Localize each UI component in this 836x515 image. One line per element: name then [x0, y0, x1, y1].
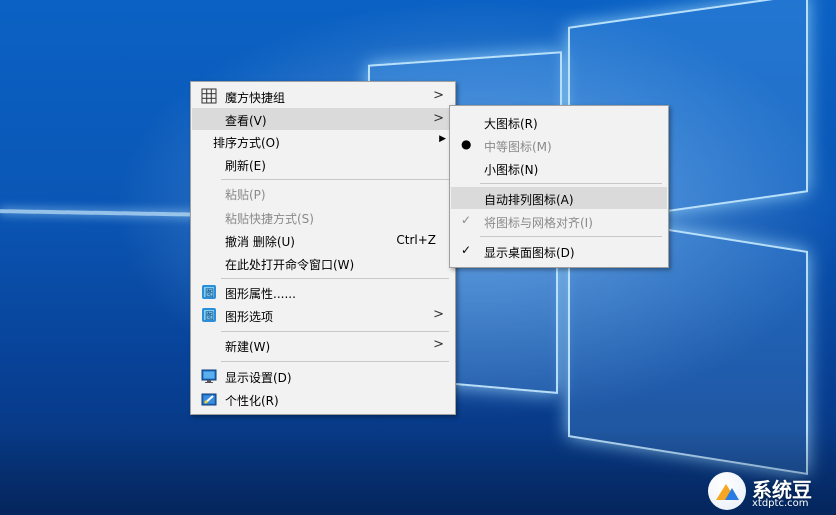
triangle-right-icon: ▶ — [439, 134, 446, 144]
chevron-right-icon: > — [433, 337, 444, 352]
submenu-item-align-to-grid[interactable]: ✓ 将图标与网格对齐(I) — [451, 210, 667, 232]
menu-item-personalize[interactable]: 个性化(R) — [192, 388, 454, 410]
check-icon: ✓ — [461, 213, 472, 227]
menu-item-label: 魔方快捷组 — [225, 91, 286, 105]
desktop-context-menu: 魔方快捷组 > 查看(V) > 排序方式(O) ▶ 刷新(E) 粘贴(P) 粘贴… — [190, 81, 456, 415]
logo-badge — [708, 472, 746, 510]
menu-item-graphics-options[interactable]: 图 图形选项 > — [192, 304, 454, 326]
submenu-item-label: 自动排列图标(A) — [484, 193, 574, 207]
submenu-item-label: 中等图标(M) — [484, 140, 552, 154]
menu-item-paste[interactable]: 粘贴(P) — [192, 182, 454, 204]
submenu-item-auto-arrange[interactable]: 自动排列图标(A) — [451, 187, 667, 209]
check-icon: ✓ — [461, 243, 472, 257]
menu-item-refresh[interactable]: 刷新(E) — [192, 153, 454, 175]
logo-triangle-blue — [725, 488, 739, 500]
menu-item-open-command-window[interactable]: 在此处打开命令窗口(W) — [192, 252, 454, 274]
chevron-right-icon: > — [433, 307, 444, 322]
submenu-item-label: 显示桌面图标(D) — [484, 246, 575, 260]
menu-item-label: 图形选项 — [225, 310, 274, 324]
menu-item-view[interactable]: 查看(V) > — [192, 108, 454, 130]
chevron-right-icon: > — [433, 111, 444, 126]
watermark-logo: 系统豆 xtdptc.com — [708, 472, 828, 512]
chevron-right-icon: > — [433, 88, 444, 103]
submenu-item-label: 小图标(N) — [484, 163, 539, 177]
menu-item-graphics-properties[interactable]: 图 图形属性...... — [192, 281, 454, 303]
menu-item-label: 撤消 删除(U) — [225, 235, 295, 249]
menu-item-label: 查看(V) — [225, 114, 267, 128]
watermark-site: xtdptc.com — [752, 498, 809, 509]
menu-item-label: 排序方式(O) — [213, 136, 280, 150]
menu-separator — [221, 361, 449, 362]
bullet-icon: ● — [461, 137, 472, 151]
menu-separator — [221, 278, 449, 279]
menu-item-sort-by[interactable]: 排序方式(O) ▶ — [192, 130, 454, 152]
submenu-item-show-desktop-icons[interactable]: ✓ 显示桌面图标(D) — [451, 240, 667, 262]
grid-icon — [201, 88, 217, 104]
menu-item-paste-shortcut[interactable]: 粘贴快捷方式(S) — [192, 206, 454, 228]
submenu-separator — [480, 236, 662, 237]
shortcut-label: Ctrl+Z — [396, 233, 436, 247]
submenu-item-label: 大图标(R) — [484, 117, 538, 131]
menu-item-label: 刷新(E) — [225, 159, 266, 173]
graphics-icon: 图 — [201, 307, 217, 323]
menu-item-label: 图形属性...... — [225, 287, 296, 301]
submenu-item-medium-icons[interactable]: ● 中等图标(M) — [451, 134, 667, 156]
submenu-item-small-icons[interactable]: 小图标(N) — [451, 157, 667, 179]
graphics-icon: 图 — [201, 284, 217, 300]
menu-item-label: 显示设置(D) — [225, 371, 292, 385]
menu-item-label: 粘贴快捷方式(S) — [225, 212, 314, 226]
submenu-separator — [480, 183, 662, 184]
menu-separator — [221, 331, 449, 332]
menu-item-label: 新建(W) — [225, 340, 271, 354]
menu-item-new[interactable]: 新建(W) > — [192, 334, 454, 356]
svg-text:图: 图 — [205, 288, 214, 299]
monitor-icon — [201, 368, 217, 384]
menu-item-label: 个性化(R) — [225, 394, 279, 408]
personalize-icon — [201, 391, 217, 407]
menu-item-undo-delete[interactable]: 撤消 删除(U) Ctrl+Z — [192, 229, 454, 251]
menu-item-label: 在此处打开命令窗口(W) — [225, 258, 355, 272]
menu-separator — [221, 179, 449, 180]
svg-text:图: 图 — [205, 311, 214, 322]
submenu-item-label: 将图标与网格对齐(I) — [484, 216, 593, 230]
menu-item-mofang-quick-group[interactable]: 魔方快捷组 > — [192, 85, 454, 107]
view-submenu: 大图标(R) ● 中等图标(M) 小图标(N) 自动排列图标(A) ✓ 将图标与… — [449, 105, 669, 268]
submenu-item-large-icons[interactable]: 大图标(R) — [451, 111, 667, 133]
menu-item-label: 粘贴(P) — [225, 188, 266, 202]
menu-item-display-settings[interactable]: 显示设置(D) — [192, 365, 454, 387]
